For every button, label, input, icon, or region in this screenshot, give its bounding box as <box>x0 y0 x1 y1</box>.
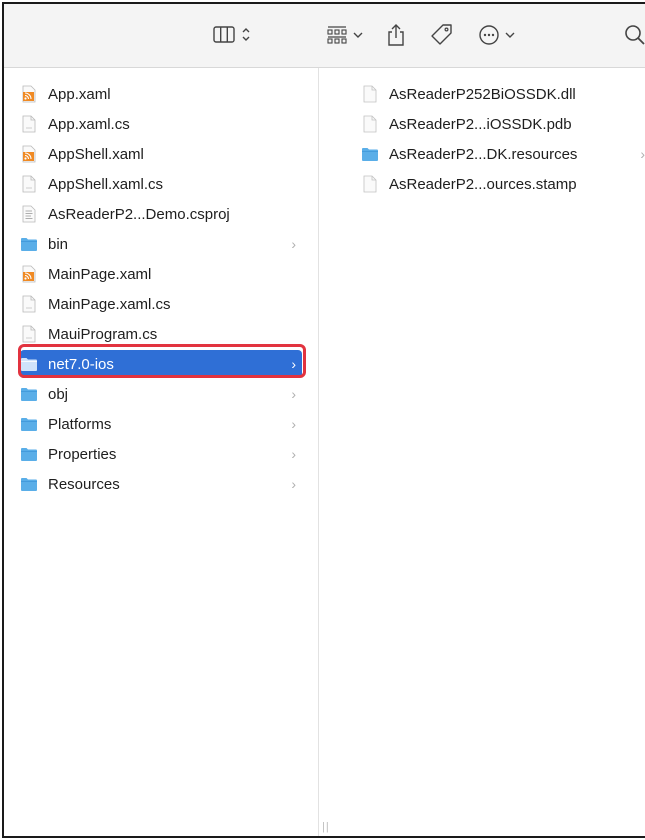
folder-row[interactable]: Platforms › <box>20 410 302 438</box>
folder-icon <box>20 385 38 403</box>
file-row[interactable]: AsReaderP2...iOSSDK.pdb <box>361 110 645 138</box>
finder-window: App.xaml App.xaml.cs AppShell.xaml AppShell… <box>2 2 645 838</box>
share-button[interactable] <box>386 21 406 49</box>
file-row[interactable]: MauiProgram.cs <box>20 320 302 348</box>
file-row[interactable]: AsReaderP252BiOSSDK.dll <box>361 80 645 108</box>
project-file-icon <box>20 205 38 223</box>
file-row[interactable]: MainPage.xaml.cs <box>20 290 302 318</box>
file-row[interactable]: MainPage.xaml <box>20 260 302 288</box>
more-actions-icon <box>479 25 515 45</box>
chevron-right-icon: › <box>291 446 296 462</box>
folder-row[interactable]: net7.0-ios › <box>20 350 302 378</box>
folder-row[interactable]: bin › <box>20 230 302 258</box>
column-view-icon <box>213 26 250 43</box>
chevron-right-icon: › <box>291 236 296 252</box>
chevron-right-icon: › <box>291 386 296 402</box>
chevron-right-icon: › <box>291 476 296 492</box>
group-by-button[interactable] <box>327 21 367 49</box>
file-row[interactable]: AsReaderP2...ources.stamp <box>361 170 645 198</box>
folder-icon <box>20 475 38 493</box>
file-row[interactable]: AppShell.xaml <box>20 140 302 168</box>
folder-row[interactable]: Properties › <box>20 440 302 468</box>
file-row[interactable]: App.xaml <box>20 80 302 108</box>
item-label: AsReaderP2...ources.stamp <box>389 175 577 193</box>
toolbar <box>4 4 645 68</box>
document-icon <box>20 175 38 193</box>
item-label: Properties <box>48 445 117 463</box>
column-project-files: App.xaml App.xaml.cs AppShell.xaml AppShell… <box>4 68 329 836</box>
item-label: AsReaderP2...iOSSDK.pdb <box>389 115 572 133</box>
document-icon <box>20 325 38 343</box>
column-view-button[interactable] <box>213 21 257 49</box>
document-icon <box>20 115 38 133</box>
item-label: App.xaml.cs <box>48 115 130 133</box>
folder-row[interactable]: Resources › <box>20 470 302 498</box>
xaml-file-icon <box>20 85 38 103</box>
xaml-file-icon <box>20 265 38 283</box>
chevron-right-icon: › <box>291 416 296 432</box>
item-label: AsReaderP2...Demo.csproj <box>48 205 230 223</box>
folder-row[interactable]: AsReaderP2...DK.resources › <box>361 140 645 168</box>
column-net7-ios-contents: AsReaderP252BiOSSDK.dll AsReaderP2...iOSS… <box>319 68 645 836</box>
blank-file-icon <box>361 115 379 133</box>
folder-icon <box>20 355 38 373</box>
item-label: MauiProgram.cs <box>48 325 158 343</box>
xaml-file-icon <box>20 145 38 163</box>
item-label: App.xaml <box>48 85 111 103</box>
item-label: AppShell.xaml <box>48 145 144 163</box>
item-label: MainPage.xaml.cs <box>48 295 171 313</box>
blank-file-icon <box>361 85 379 103</box>
chevron-right-icon: › <box>291 356 296 372</box>
tag-button[interactable] <box>430 21 454 49</box>
item-label: AppShell.xaml.cs <box>48 175 164 193</box>
file-row[interactable]: App.xaml.cs <box>20 110 302 138</box>
folder-row[interactable]: obj › <box>20 380 302 408</box>
folder-icon <box>20 415 38 433</box>
share-icon <box>388 24 404 46</box>
more-actions-button[interactable] <box>478 21 522 49</box>
chevron-right-icon: › <box>640 146 645 162</box>
item-label: bin <box>48 235 69 253</box>
document-icon <box>20 295 38 313</box>
item-label: Platforms <box>48 415 112 433</box>
item-label: AsReaderP2...DK.resources <box>389 145 578 163</box>
search-button[interactable] <box>624 21 645 49</box>
search-icon <box>625 25 645 45</box>
folder-icon <box>20 445 38 463</box>
blank-file-icon <box>361 175 379 193</box>
file-row[interactable]: AppShell.xaml.cs <box>20 170 302 198</box>
folder-icon <box>361 145 379 163</box>
folder-icon <box>20 235 38 253</box>
item-label: Resources <box>48 475 120 493</box>
group-by-icon <box>327 26 363 44</box>
item-label: net7.0-ios <box>48 355 114 373</box>
item-label: obj <box>48 385 69 403</box>
item-label: MainPage.xaml <box>48 265 152 283</box>
item-label: AsReaderP252BiOSSDK.dll <box>389 85 576 103</box>
tag-icon <box>431 24 452 45</box>
file-row[interactable]: AsReaderP2...Demo.csproj <box>20 200 302 228</box>
